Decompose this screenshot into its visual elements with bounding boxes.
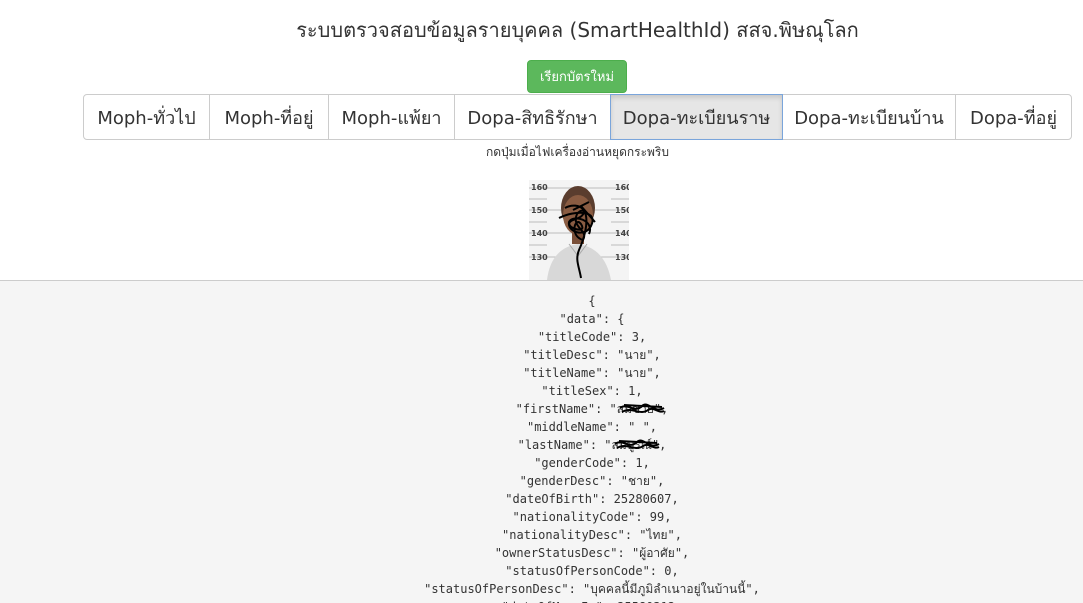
ruler-label: 140 <box>615 229 629 238</box>
json-line: "ownerStatusDesc": "ผู้อาศัย", <box>494 546 690 560</box>
new-card-button[interactable]: เรียกบัตรใหม่ <box>527 60 627 93</box>
tab-dopa-civil-registry[interactable]: Dopa-ทะเบียนราษ <box>610 94 783 140</box>
tab-dopa-address[interactable]: Dopa-ที่อยู่ <box>955 94 1072 140</box>
tab-group: Moph-ทั่วไป Moph-ที่อยู่ Moph-แพ้ยา Dopa… <box>83 94 1072 140</box>
photo-image: 160 160 150 150 140 140 130 130 <box>529 180 629 280</box>
ruler-label: 130 <box>531 253 548 262</box>
page-title: ระบบตรวจสอบข้อมูลรายบุคคล (SmartHealthId… <box>296 18 859 42</box>
json-line: "statusOfPersonDesc": "บุคคลนี้มีภูมิลำเ… <box>424 582 760 596</box>
tab-moph-allergy[interactable]: Moph-แพ้ยา <box>328 94 455 140</box>
json-line: "nationalityDesc": "ไทย", <box>502 528 682 542</box>
tab-moph-general[interactable]: Moph-ทั่วไป <box>83 94 210 140</box>
person-photo: 160 160 150 150 140 140 130 130 <box>529 180 629 280</box>
tab-dopa-house-registry[interactable]: Dopa-ทะเบียนบ้าน <box>782 94 956 140</box>
json-line: "dateOfBirth": 25280607, <box>505 492 679 506</box>
tab-moph-address[interactable]: Moph-ที่อยู่ <box>209 94 329 140</box>
json-line: "dateOfMoveIn": 25580312, <box>0 598 1083 603</box>
ruler-label: 150 <box>531 206 548 215</box>
json-line: "genderCode": 1, <box>534 456 650 470</box>
reader-hint: กดปุ่มเมื่อไฟเครื่องอ่านหยุดกระพริบ <box>486 145 669 159</box>
redaction-scribble <box>619 403 665 413</box>
json-output-panel: { "data": { "titleCode": 3, "titleDesc": "น… <box>0 280 1083 603</box>
ruler-label: 140 <box>531 229 548 238</box>
json-line: "firstName": "สมชาย", <box>515 402 669 416</box>
json-line: "titleDesc": "นาย", <box>523 348 661 362</box>
json-line: { <box>588 294 596 308</box>
json-line: "data": { <box>559 312 625 326</box>
ruler-label: 160 <box>531 183 548 192</box>
ruler-label: 130 <box>615 253 629 262</box>
json-line: "lastName": "สมบูรณ์", <box>517 438 667 452</box>
json-line: "statusOfPersonCode": 0, <box>505 564 679 578</box>
json-line: "titleCode": 3, <box>537 330 647 344</box>
json-line: "genderDesc": "ชาย", <box>519 474 665 488</box>
json-line: "titleName": "นาย", <box>523 366 661 380</box>
ruler-label: 160 <box>615 183 629 192</box>
tab-dopa-rights[interactable]: Dopa-สิทธิรักษา <box>454 94 611 140</box>
ruler-label: 150 <box>615 206 629 215</box>
json-line: "titleSex": 1, <box>541 384 643 398</box>
json-line: "middleName": " ", <box>526 420 658 434</box>
json-line: "nationalityCode": 99, <box>512 510 672 524</box>
redaction-scribble <box>614 439 660 449</box>
